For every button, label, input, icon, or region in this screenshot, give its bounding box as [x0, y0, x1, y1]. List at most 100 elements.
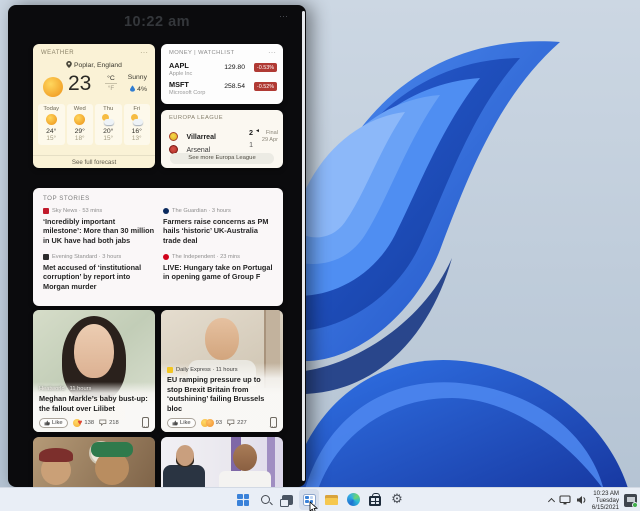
- tray-clock[interactable]: 10:23 AM Tuesday 6/15/2021: [592, 490, 619, 511]
- forecast-day[interactable]: Today 24° 15°: [38, 104, 65, 145]
- news-photo: [33, 437, 155, 487]
- stock-row[interactable]: AAPL Apple Inc 129.80 -0.53%: [169, 61, 277, 77]
- widgets-button[interactable]: [299, 489, 319, 510]
- tray-notification-icon[interactable]: [624, 494, 637, 507]
- laugh-emoji-icon: [206, 419, 214, 427]
- unit-toggle[interactable]: °C °F: [105, 75, 117, 92]
- news-card-partial[interactable]: [33, 437, 155, 487]
- current-temperature: 23: [68, 72, 91, 96]
- like-button[interactable]: Like: [167, 418, 196, 428]
- precipitation: 4%: [130, 85, 147, 93]
- thumbs-up-icon: [172, 420, 178, 426]
- news-card-partial[interactable]: [161, 437, 283, 487]
- story-item[interactable]: Sky News · 53 mins ‘Incredibly important…: [43, 208, 155, 245]
- news-card[interactable]: Heatworld · 11 hours Meghan Markle’s bab…: [33, 310, 155, 432]
- engagement-bar: Like ♥ 138 218: [39, 416, 149, 429]
- partly-cloudy-icon: [102, 114, 114, 126]
- stock-price: 258.54: [224, 83, 245, 90]
- panel-scrollbar[interactable]: [302, 11, 305, 481]
- thumbs-up-icon: [44, 420, 50, 426]
- microsoft-store-icon: [369, 496, 381, 506]
- card-more-icon[interactable]: ⋯: [141, 423, 148, 431]
- news-source: Daily Express · 11 hours: [167, 367, 277, 373]
- stock-row[interactable]: MSFT Microsoft Corp 258.54 -0.52%: [169, 80, 277, 96]
- daily-express-icon: [167, 367, 173, 373]
- edge-button[interactable]: [343, 489, 363, 510]
- store-button[interactable]: [365, 489, 385, 510]
- independent-icon: [163, 254, 169, 260]
- story-item[interactable]: The Guardian · 3 hours Farmers raise con…: [163, 208, 275, 245]
- money-title: MONEY | WATCHLIST: [169, 50, 235, 56]
- celsius-label[interactable]: °C: [105, 75, 117, 83]
- reactions-count[interactable]: 93: [201, 419, 222, 427]
- money-more-icon[interactable]: ⋯: [268, 48, 276, 57]
- card-more-icon[interactable]: ⋯: [269, 423, 276, 431]
- weather-more-icon[interactable]: ⋯: [140, 48, 148, 57]
- top-stories-title: TOP STORIES: [43, 195, 90, 202]
- see-more-europa-button[interactable]: See more Europa League: [170, 153, 274, 164]
- settings-button[interactable]: ⚙: [387, 489, 407, 510]
- story-item[interactable]: The Independent · 23 mins LIVE: Hungary …: [163, 254, 275, 282]
- partly-cloudy-icon: [131, 114, 143, 126]
- tray-date: 6/15/2021: [592, 504, 619, 511]
- reactions-count[interactable]: ♥ 138: [73, 419, 94, 427]
- winner-marker: ◄: [255, 128, 260, 134]
- weather-condition: Sunny: [128, 74, 147, 81]
- weather-location: Poplar, England: [33, 61, 155, 69]
- volume-icon[interactable]: [576, 495, 587, 505]
- taskbar: ⚙ 10:23 AM Tuesday 6/15/2021: [0, 487, 640, 511]
- comment-icon: [227, 419, 235, 426]
- gear-icon: ⚙: [391, 493, 403, 506]
- widgets-panel: 10:22 am ⋯ WEATHER ⋯ Poplar, England 23 …: [8, 5, 306, 487]
- tray-chevron-up-icon[interactable]: [548, 497, 555, 504]
- evening-standard-icon: [43, 254, 49, 260]
- task-view-button[interactable]: [277, 489, 297, 510]
- windows-start-icon: [237, 494, 249, 506]
- sunny-icon: [45, 114, 57, 126]
- forecast-day[interactable]: Thu 20° 15°: [95, 104, 122, 145]
- file-explorer-button[interactable]: [321, 489, 341, 510]
- like-button[interactable]: Like: [39, 418, 68, 428]
- forecast-day[interactable]: Fri 16° 13°: [124, 104, 151, 145]
- start-button[interactable]: [233, 489, 253, 510]
- team-row: Arsenal: [169, 139, 210, 151]
- story-item[interactable]: Evening Standard · 3 hours Met accused o…: [43, 254, 155, 291]
- see-full-forecast-link[interactable]: See full forecast: [33, 155, 155, 168]
- location-pin-icon: [66, 61, 72, 68]
- weather-title: WEATHER: [41, 50, 74, 56]
- weather-widget[interactable]: WEATHER ⋯ Poplar, England 23 °C °F Sunny…: [33, 44, 155, 168]
- sunny-icon: [74, 114, 86, 126]
- money-watchlist-widget[interactable]: MONEY | WATCHLIST ⋯ AAPL Apple Inc 129.8…: [161, 44, 283, 104]
- file-explorer-icon: [325, 495, 338, 505]
- news-source: Heatworld · 11 hours: [39, 386, 149, 392]
- news-photo: [161, 437, 283, 487]
- guardian-icon: [163, 208, 169, 214]
- europa-league-widget[interactable]: EUROPA LEAGUE Villarreal Arsenal 2 1 ◄ F…: [161, 110, 283, 168]
- taskbar-center-icons: ⚙: [233, 489, 407, 510]
- system-tray: 10:23 AM Tuesday 6/15/2021: [549, 488, 637, 511]
- sky-news-icon: [43, 208, 49, 214]
- team-row: Villarreal: [169, 126, 216, 138]
- comments-count[interactable]: 218: [99, 419, 119, 426]
- panel-more-icon[interactable]: ⋯: [279, 11, 288, 22]
- stock-price: 129.80: [224, 64, 245, 71]
- engagement-bar: Like 93 227: [167, 416, 277, 429]
- news-headline[interactable]: Meghan Markle’s baby bust-up: the fallou…: [39, 394, 149, 413]
- news-card[interactable]: Daily Express · 11 hours EU ramping pres…: [161, 310, 283, 432]
- droplet-icon: [130, 85, 135, 92]
- edge-browser-icon: [347, 493, 360, 506]
- search-button[interactable]: [255, 489, 275, 510]
- news-card-overlay: Heatworld · 11 hours Meghan Markle’s bab…: [33, 382, 155, 432]
- score-column: 2 1: [239, 128, 253, 149]
- sun-icon: [43, 77, 63, 97]
- stock-change-badge: -0.53%: [254, 63, 277, 72]
- europa-title: EUROPA LEAGUE: [169, 115, 223, 121]
- forecast-day[interactable]: Wed 29° 18°: [67, 104, 94, 145]
- heart-emoji-icon: ♥: [78, 419, 83, 427]
- network-icon[interactable]: [559, 495, 571, 505]
- match-status: Final 29 Apr: [262, 130, 278, 144]
- news-headline[interactable]: EU ramping pressure up to stop Brexit Br…: [167, 375, 277, 413]
- comments-count[interactable]: 227: [227, 419, 247, 426]
- tray-day: Tuesday: [592, 497, 619, 504]
- fahrenheit-label[interactable]: °F: [105, 83, 117, 92]
